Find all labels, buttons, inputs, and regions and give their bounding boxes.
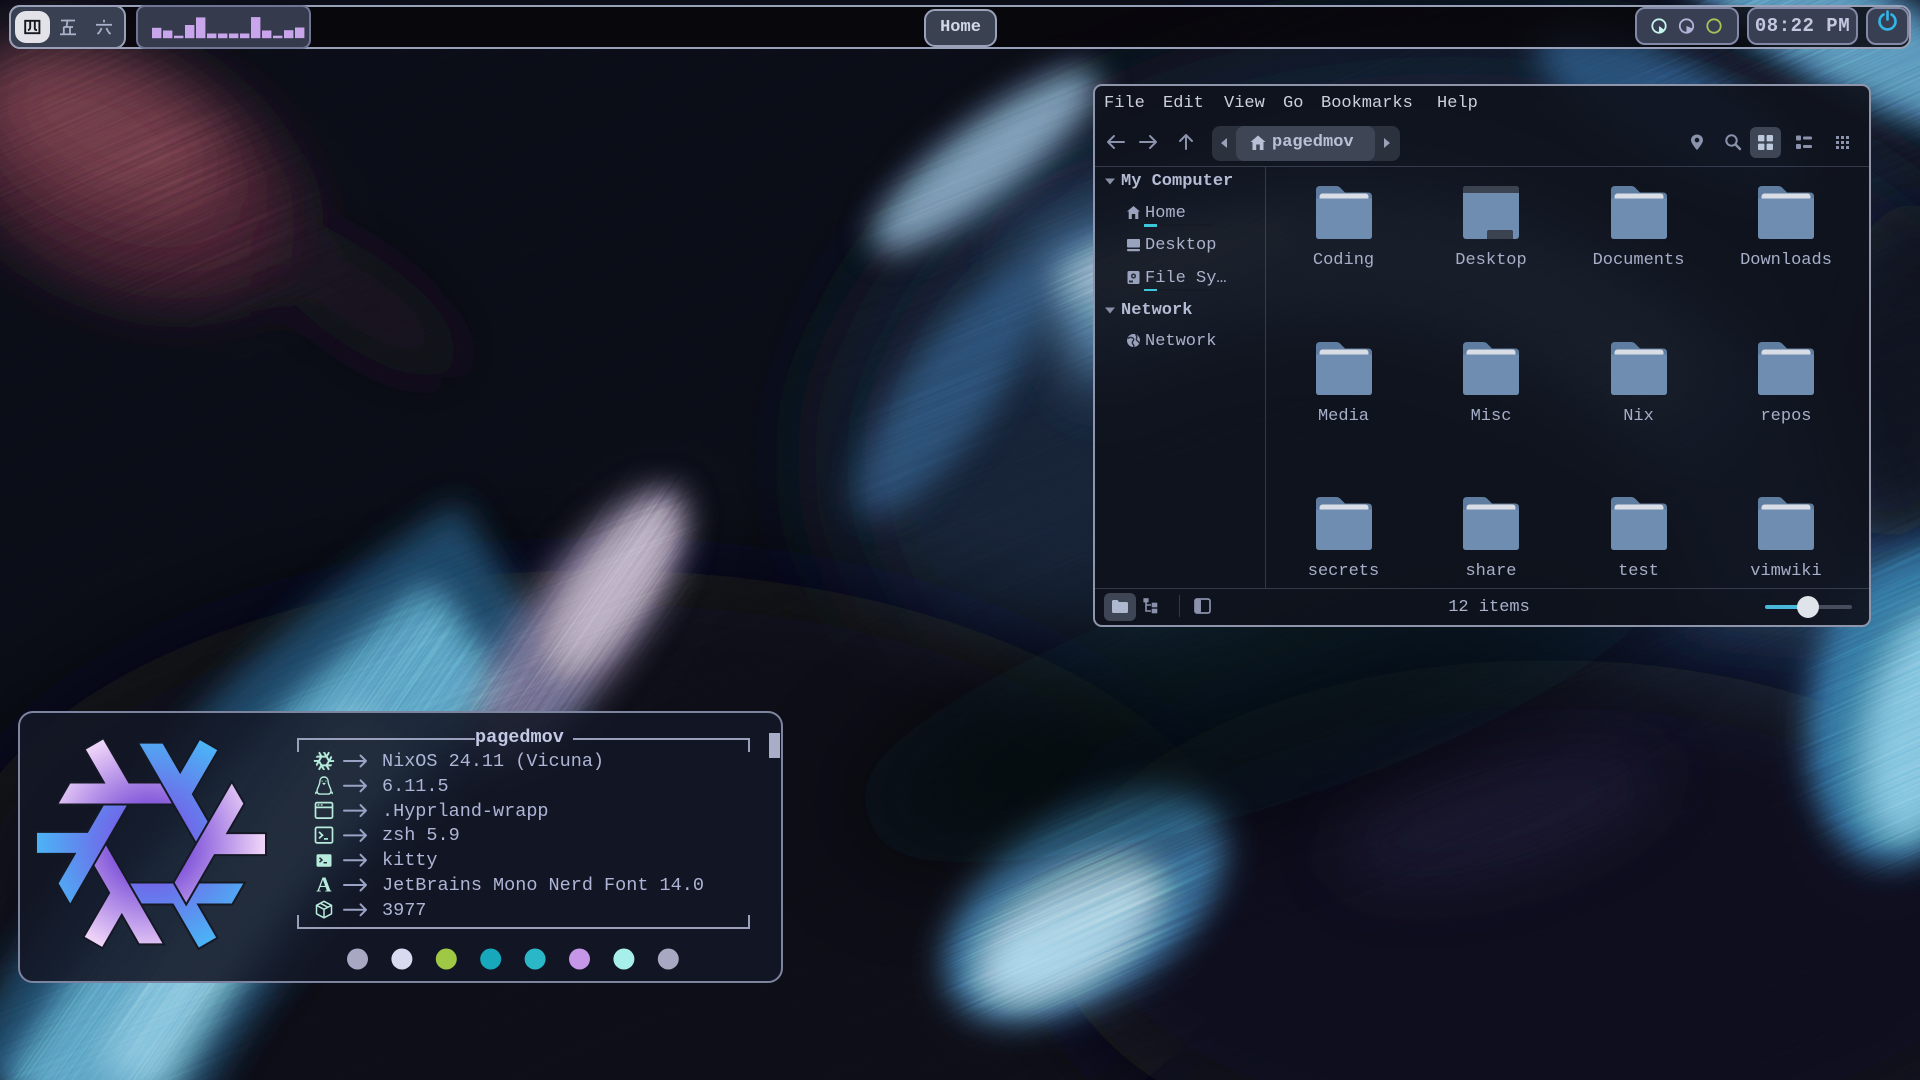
svg-text:A: A [316, 873, 332, 897]
